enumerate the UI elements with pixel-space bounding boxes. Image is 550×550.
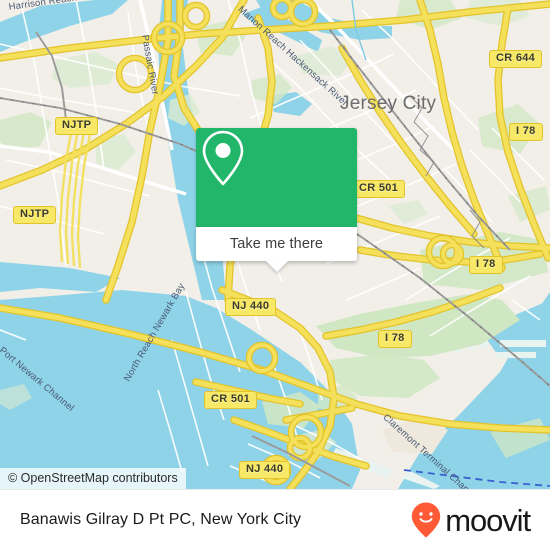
map-canvas[interactable]: Harrison Reach Passaic River Marion Reac… xyxy=(0,0,550,489)
footer-bar: Banawis Gilray D Pt PC, New York City mo… xyxy=(0,489,550,550)
map-screenshot: Harrison Reach Passaic River Marion Reac… xyxy=(0,0,550,550)
road-shield-nj-440[interactable]: NJ 440 xyxy=(239,461,291,479)
road-shield-njtp[interactable]: NJTP xyxy=(13,206,57,224)
road-shield-i-78[interactable]: I 78 xyxy=(509,123,543,141)
road-shield-cr-644[interactable]: CR 644 xyxy=(489,50,543,68)
take-me-there-label: Take me there xyxy=(229,236,324,252)
road-shield-i-78[interactable]: I 78 xyxy=(378,330,412,348)
road-shield-cr-501[interactable]: CR 501 xyxy=(352,180,406,198)
location-title: Banawis Gilray D Pt PC, New York City xyxy=(20,511,302,528)
moovit-logo[interactable]: moovit xyxy=(411,502,531,538)
take-me-there-button[interactable]: Take me there xyxy=(196,227,357,272)
moovit-pin-smiley-icon xyxy=(412,502,441,538)
popup-header xyxy=(196,128,357,227)
road-shield-cr-501[interactable]: CR 501 xyxy=(204,391,258,409)
osm-attribution[interactable]: © OpenStreetMap contributors xyxy=(0,468,186,489)
popup-pointer xyxy=(265,261,288,272)
location-popup[interactable]: Take me there xyxy=(196,128,357,272)
place-label-jersey-city: Jersey City xyxy=(340,93,437,114)
road-shield-i-78[interactable]: I 78 xyxy=(469,256,503,274)
road-shield-njtp[interactable]: NJTP xyxy=(55,117,99,135)
map-pin-icon xyxy=(202,130,244,186)
moovit-wordmark: moovit xyxy=(445,502,531,538)
road-shield-nj-440[interactable]: NJ 440 xyxy=(225,298,277,316)
